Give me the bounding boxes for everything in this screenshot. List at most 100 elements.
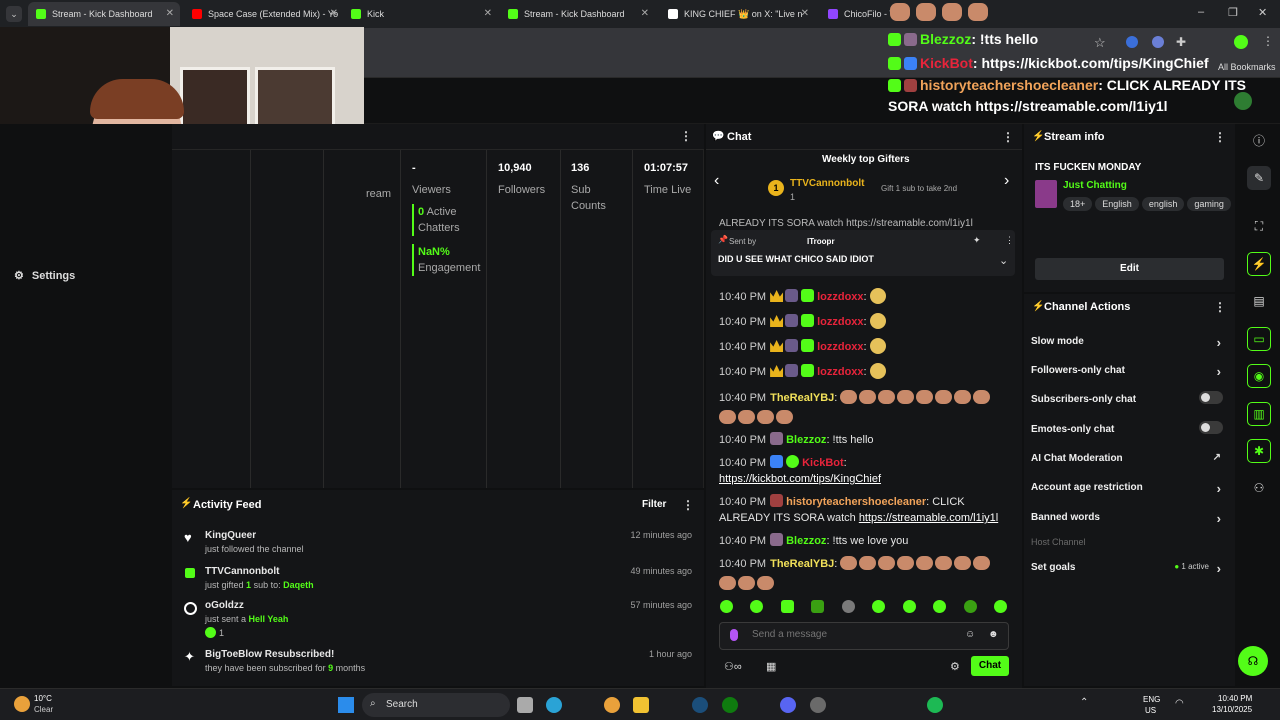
emotes-only-toggle[interactable] bbox=[1199, 421, 1223, 434]
store-icon[interactable]: ▦ bbox=[766, 660, 776, 673]
close-icon[interactable]: ✕ bbox=[641, 8, 649, 19]
gifter-name[interactable]: TTVCannonbolt bbox=[790, 178, 864, 189]
emote-icon[interactable] bbox=[872, 600, 886, 613]
chevron-up-icon[interactable]: ⌃ bbox=[1080, 697, 1088, 708]
pencil-icon[interactable]: ✎ bbox=[1247, 166, 1271, 190]
slow-mode-item[interactable]: Slow mode › bbox=[1031, 335, 1227, 350]
more-options-icon[interactable]: ⋮ bbox=[1002, 130, 1014, 144]
edit-button[interactable]: Edit bbox=[1035, 258, 1224, 280]
subscribers-only-toggle[interactable] bbox=[1199, 391, 1223, 404]
chat-message: 10:40 PM lozzdoxx: bbox=[719, 313, 1009, 330]
ai-moderation-item[interactable]: AI Chat Moderation ↗ bbox=[1031, 452, 1227, 464]
info-icon[interactable]: ⓘ bbox=[1247, 128, 1271, 152]
edge-icon[interactable] bbox=[546, 697, 562, 713]
wrench-icon[interactable]: ✱ bbox=[1247, 439, 1271, 463]
chat-input-box[interactable]: ☺ ☻ bbox=[719, 622, 1009, 650]
settings-nav-item[interactable]: ⚙ Settings bbox=[14, 269, 75, 282]
verified-badge-icon bbox=[786, 455, 800, 468]
windows-start-icon[interactable] bbox=[338, 697, 354, 713]
account-age-item[interactable]: Account age restriction › bbox=[1031, 481, 1227, 496]
weather-temp: 10°C bbox=[34, 694, 52, 703]
settings-icon[interactable] bbox=[810, 697, 826, 713]
users-icon[interactable]: ⚇∞ bbox=[724, 660, 742, 673]
xbox-icon[interactable] bbox=[722, 697, 738, 713]
tag: English bbox=[1095, 197, 1139, 211]
more-options-icon[interactable]: ⋮ bbox=[1214, 300, 1226, 314]
crop-icon[interactable]: ⛶ bbox=[1247, 214, 1271, 238]
gifters-divider bbox=[706, 149, 1022, 150]
language-2: US bbox=[1145, 706, 1157, 715]
emote-picker-icon[interactable]: ☺ bbox=[965, 629, 975, 640]
spotify-icon[interactable] bbox=[927, 697, 943, 713]
smile-icon[interactable]: ☻ bbox=[988, 629, 999, 640]
mic-icon[interactable] bbox=[730, 629, 738, 641]
lightning-icon[interactable]: ⚡ bbox=[1247, 252, 1271, 276]
close-icon[interactable]: ✕ bbox=[484, 8, 492, 19]
more-options-icon[interactable]: ⋮ bbox=[682, 498, 694, 512]
more-options-icon[interactable]: ⋮ bbox=[680, 129, 692, 143]
more-options-icon[interactable]: ⋮ bbox=[1005, 235, 1014, 246]
clock-time[interactable]: 10:40 PM bbox=[1218, 694, 1252, 703]
emote-icon[interactable] bbox=[841, 600, 855, 613]
browser-tab-kick-dashboard-2[interactable]: Stream - Kick Dashboard ✕ bbox=[500, 2, 655, 26]
weather-icon[interactable] bbox=[14, 696, 30, 712]
minimize-button[interactable]: – bbox=[1198, 6, 1204, 18]
category-name[interactable]: Just Chatting bbox=[1063, 180, 1127, 191]
kick-badge-icon bbox=[888, 33, 901, 46]
browser-tab-twitch[interactable]: ChicoFilo - Twi bbox=[820, 2, 900, 26]
discord-icon[interactable] bbox=[780, 697, 796, 713]
banned-words-item[interactable]: Banned words › bbox=[1031, 511, 1227, 526]
browser-tab-kick[interactable]: Kick ✕ bbox=[343, 2, 498, 26]
emote-icon[interactable] bbox=[933, 600, 947, 613]
more-options-icon[interactable]: ⋮ bbox=[1214, 130, 1226, 144]
chat-link[interactable]: https://kickbot.com/tips/KingChief bbox=[719, 473, 881, 485]
gift-badge-icon bbox=[801, 364, 815, 377]
chevron-left-icon[interactable]: ‹ bbox=[714, 172, 719, 190]
gear-icon[interactable]: ⚙ bbox=[950, 660, 960, 673]
close-icon[interactable]: ✕ bbox=[330, 8, 338, 19]
close-window-button[interactable]: ✕ bbox=[1258, 6, 1267, 19]
emote-icon[interactable] bbox=[811, 600, 825, 613]
filter-button[interactable]: Filter bbox=[642, 499, 666, 510]
emote-icon[interactable] bbox=[750, 600, 764, 613]
crown-badge-icon bbox=[770, 365, 784, 377]
emote-icon[interactable] bbox=[720, 600, 733, 613]
menu-icon[interactable]: ⋮ bbox=[1262, 34, 1274, 48]
maximize-button[interactable]: ❐ bbox=[1228, 6, 1238, 19]
pinned-message[interactable]: 📌 Sent by ITroopr DID U SEE WHAT CHICO S… bbox=[711, 230, 1015, 276]
send-chat-button[interactable]: Chat bbox=[971, 656, 1009, 676]
broadcast-icon[interactable]: ◉ bbox=[1247, 364, 1271, 388]
overlay-chat-line: KickBot: https://kickbot.com/tips/KingCh… bbox=[888, 51, 1248, 75]
browser-tab-youtube[interactable]: Space Case (Extended Mix) - Yo ✕ bbox=[184, 2, 344, 26]
taskbar-search[interactable]: ⌕ Search bbox=[362, 693, 510, 717]
language-1[interactable]: ENG bbox=[1143, 695, 1160, 704]
followers-only-item[interactable]: Followers-only chat › bbox=[1031, 364, 1227, 379]
chevron-down-icon[interactable]: ⌄ bbox=[999, 254, 1008, 267]
task-view-icon[interactable] bbox=[517, 697, 533, 713]
browser-tab-x[interactable]: KING CHIEF 👑 on X: "Live n ✕ bbox=[660, 2, 815, 26]
browser-tab-kick-dashboard[interactable]: Stream - Kick Dashboard ✕ bbox=[28, 2, 180, 26]
pin-action-icon[interactable]: ✦ bbox=[973, 235, 981, 246]
chrome-icon[interactable] bbox=[604, 697, 620, 713]
emote-icon[interactable] bbox=[993, 600, 1007, 613]
chat-message-input[interactable] bbox=[752, 629, 952, 640]
steam-icon[interactable] bbox=[692, 697, 708, 713]
chat-message: 10:40 PM Blezzoz: !tts hello bbox=[719, 432, 874, 446]
users-icon[interactable]: ⚇ bbox=[1247, 476, 1271, 500]
explorer-icon[interactable] bbox=[633, 697, 649, 713]
wifi-icon[interactable]: ◠ bbox=[1175, 698, 1184, 709]
tab-search-icon[interactable]: ⌄ bbox=[6, 6, 22, 22]
emote-icon[interactable] bbox=[780, 600, 794, 613]
chevron-right-icon[interactable]: › bbox=[1004, 172, 1009, 190]
emote-icon bbox=[878, 390, 896, 404]
support-headset-icon[interactable]: ☊ bbox=[1238, 646, 1268, 676]
file-icon[interactable]: ▤ bbox=[1247, 289, 1271, 313]
close-icon[interactable]: ✕ bbox=[801, 8, 809, 19]
emote-icon[interactable] bbox=[902, 600, 916, 613]
chat-link[interactable]: https://streamable.com/l1iy1l bbox=[859, 512, 998, 524]
set-goals-item[interactable]: Set goals ● 1 active › bbox=[1031, 561, 1227, 576]
close-icon[interactable]: ✕ bbox=[166, 8, 174, 19]
emote-icon[interactable] bbox=[963, 600, 977, 613]
chat-icon[interactable]: ▭ bbox=[1247, 327, 1271, 351]
layout-icon[interactable]: ▥ bbox=[1247, 402, 1271, 426]
